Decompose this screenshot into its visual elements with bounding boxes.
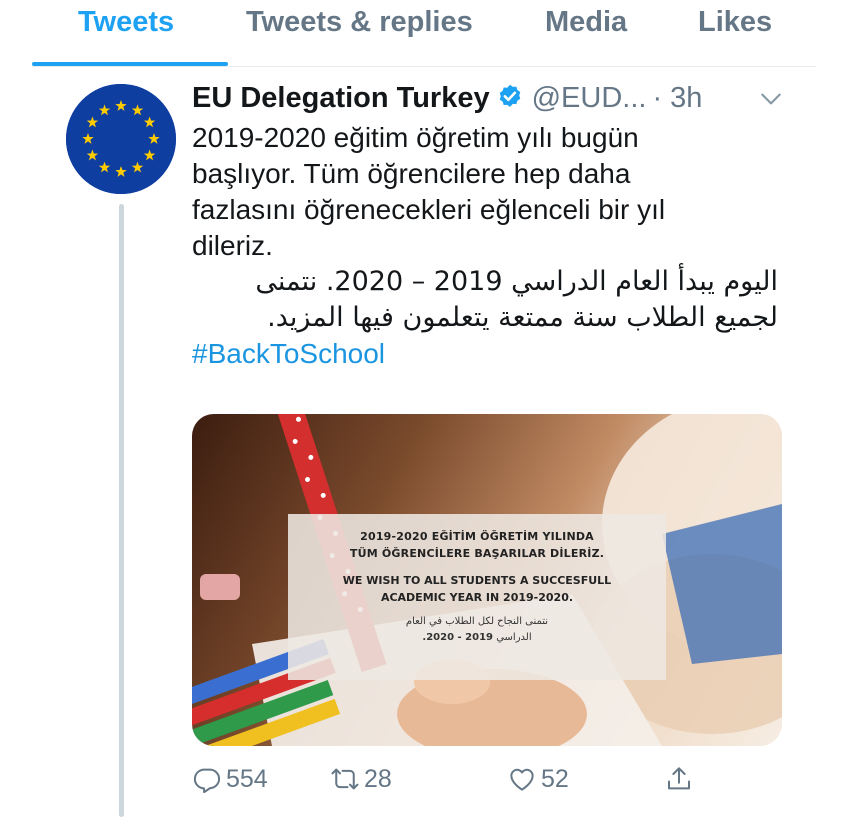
- retweet-count: 28: [364, 764, 392, 793]
- tab-tweets-and-replies[interactable]: Tweets & replies: [246, 0, 473, 44]
- thread-line: [119, 204, 124, 817]
- avatar[interactable]: [66, 84, 176, 194]
- profile-timeline: Tweets Tweets & replies Media Likes EU D…: [0, 0, 846, 817]
- tweet-media-image[interactable]: 2019-2020 EĞİTİM ÖĞRETİM YILINDA TÜM ÖĞR…: [192, 414, 782, 746]
- like-count: 52: [541, 764, 569, 793]
- image-text-overlay: 2019-2020 EĞİTİM ÖĞRETİM YILINDA TÜM ÖĞR…: [288, 514, 666, 680]
- reply-count: 554: [226, 764, 268, 793]
- hashtag-link[interactable]: #BackToSchool: [192, 336, 792, 372]
- share-button[interactable]: [664, 764, 694, 796]
- tweet-text-line: dileriz.: [192, 230, 273, 261]
- overlay-arabic-year: 2019 - 2020.: [422, 632, 494, 643]
- overlay-arabic-line: نتمنى النجاح لكل الطلاب في العام: [405, 616, 549, 627]
- tweet-text-arabic-line: اليوم يبدأ العام الدراسي 2019 – 2020. نت…: [255, 266, 778, 297]
- retweet-icon: [331, 768, 359, 790]
- reply-icon: [193, 768, 221, 794]
- tweet-text-line: 2019-2020 eğitim öğretim yılı bugün: [192, 122, 639, 153]
- profile-tabs: Tweets Tweets & replies Media Likes: [0, 0, 846, 67]
- tweet-header: EU Delegation Turkey @EUD... · 3h: [192, 78, 702, 118]
- overlay-arabic-word: الدراسي: [496, 632, 532, 643]
- tweet-text: 2019-2020 eğitim öğretim yılı bugün başl…: [192, 120, 792, 372]
- overlay-english-line: WE WISH TO ALL STUDENTS A SUCCESFULL: [342, 574, 612, 587]
- overlay-turkish-line: TÜM ÖĞRENCİLERE BAŞARILAR DİLERİZ.: [349, 547, 605, 560]
- tabs-divider: [32, 66, 816, 67]
- share-icon: [668, 767, 690, 790]
- tab-likes[interactable]: Likes: [698, 0, 772, 44]
- like-button[interactable]: 52: [507, 764, 569, 796]
- tab-tweets[interactable]: Tweets: [78, 0, 174, 44]
- heart-icon: [510, 768, 534, 791]
- chevron-down-icon[interactable]: [758, 86, 784, 112]
- author-name[interactable]: EU Delegation Turkey: [192, 82, 490, 114]
- tweet-timestamp[interactable]: · 3h: [652, 82, 702, 114]
- reply-button[interactable]: 554: [192, 764, 268, 796]
- tweet-text-arabic-line: لجميع الطلاب سنة ممتعة يتعلمون فيها المز…: [267, 302, 778, 333]
- author-handle[interactable]: @EUD...: [532, 82, 647, 114]
- overlay-english-line: ACADEMIC YEAR IN 2019-2020.: [380, 591, 574, 604]
- overlay-arabic-line: الدراسي 2019 - 2020.: [288, 630, 666, 646]
- tweet-text-line: başlıyor. Tüm öğrencilere hep daha: [192, 158, 631, 189]
- tweet-actions: 554 28 52: [192, 764, 792, 796]
- verified-badge-icon: [499, 84, 520, 107]
- retweet-button[interactable]: 28: [330, 764, 392, 796]
- tweet-text-line: fazlasını öğrenecekleri eğlenceli bir yı…: [192, 194, 666, 225]
- tab-media[interactable]: Media: [545, 0, 627, 44]
- eu-flag-icon: [66, 84, 176, 194]
- overlay-turkish-line: 2019-2020 EĞİTİM ÖĞRETİM YILINDA: [360, 530, 594, 543]
